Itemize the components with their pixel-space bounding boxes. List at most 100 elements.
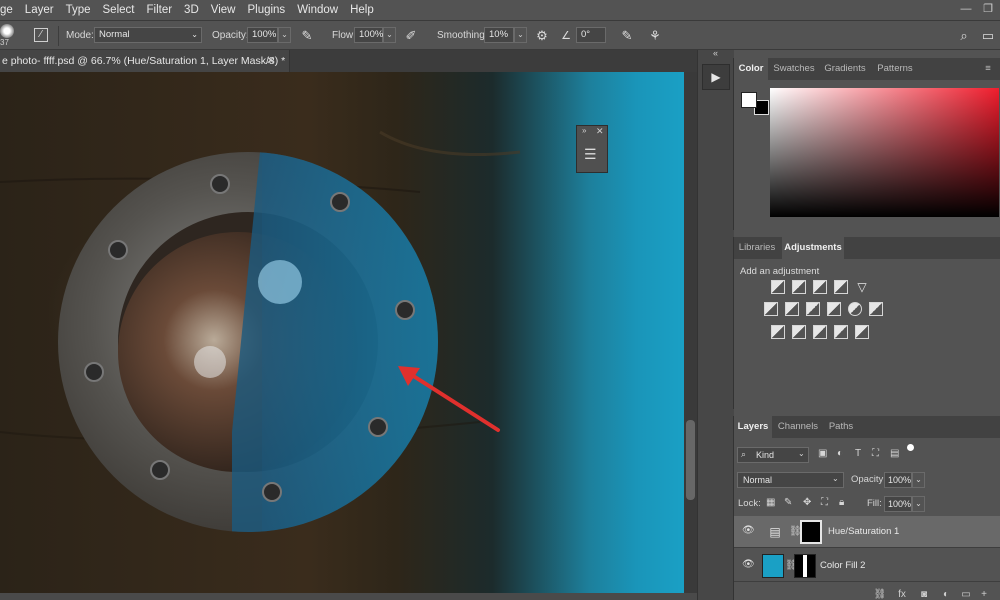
- filter-pixel-icon[interactable]: ▣: [818, 448, 827, 459]
- smoothing-field[interactable]: 10%: [484, 27, 514, 43]
- pressure-size-icon[interactable]: ✎: [618, 27, 636, 45]
- flow-dropdown[interactable]: ⌄: [383, 27, 396, 43]
- layer-opacity-dropdown[interactable]: ⌄: [912, 472, 925, 488]
- layer-mask-thumbnail[interactable]: [800, 520, 822, 544]
- color-fill-thumbnail[interactable]: [762, 554, 784, 578]
- curves-icon[interactable]: [813, 280, 827, 294]
- invert-icon[interactable]: [771, 325, 785, 339]
- menu-type[interactable]: Type: [60, 0, 97, 20]
- layer-opacity-field[interactable]: 100%: [884, 472, 912, 488]
- symmetry-icon[interactable]: ⚘: [646, 27, 664, 45]
- brightness-contrast-icon[interactable]: [771, 280, 785, 294]
- foreground-color-swatch[interactable]: [741, 92, 757, 108]
- color-lookup-icon[interactable]: [869, 302, 883, 316]
- hue-saturation-icon[interactable]: [764, 302, 778, 316]
- airbrush-icon[interactable]: ✐: [402, 27, 420, 45]
- layer-row-color-fill[interactable]: 👁︎ ⛓ Color Fill 2: [734, 550, 1000, 582]
- add-mask-icon[interactable]: ◙: [917, 589, 931, 600]
- menu-filter[interactable]: Filter: [140, 0, 178, 20]
- brush-settings-icon[interactable]: ⁄: [34, 28, 48, 42]
- new-group-icon[interactable]: ▭: [959, 589, 973, 600]
- filter-smartobject-icon[interactable]: ▤: [890, 448, 899, 459]
- posterize-icon[interactable]: [792, 325, 806, 339]
- opacity-field[interactable]: 100%: [247, 27, 278, 43]
- menu-select[interactable]: Select: [97, 0, 141, 20]
- levels-icon[interactable]: [792, 280, 806, 294]
- lock-artboard-icon[interactable]: ⛶: [821, 497, 828, 508]
- tab-layers[interactable]: Layers: [734, 416, 772, 438]
- tab-gradients[interactable]: Gradients: [820, 58, 870, 80]
- color-balance-icon[interactable]: [785, 302, 799, 316]
- tab-swatches[interactable]: Swatches: [770, 58, 818, 80]
- close-icon[interactable]: ✕: [266, 54, 275, 67]
- link-layers-icon[interactable]: ⛓: [873, 589, 887, 600]
- opacity-dropdown[interactable]: ⌄: [278, 27, 291, 43]
- filter-shape-icon[interactable]: ⛶: [872, 448, 879, 459]
- blend-mode-select[interactable]: Normal ⌄: [737, 472, 844, 488]
- filter-adjustment-icon[interactable]: ◐: [837, 448, 843, 459]
- new-layer-icon[interactable]: +: [977, 589, 991, 600]
- pressure-opacity-icon[interactable]: ✎: [298, 27, 316, 45]
- image-canvas[interactable]: » ✕ ☰: [0, 72, 684, 593]
- play-icon[interactable]: ▶: [702, 64, 730, 90]
- filter-toggle-icon[interactable]: [907, 444, 914, 451]
- tab-libraries[interactable]: Libraries: [734, 237, 780, 259]
- menu-window[interactable]: Window: [291, 0, 344, 20]
- color-picker-field[interactable]: [770, 88, 999, 217]
- properties-mini-panel[interactable]: » ✕ ☰: [576, 125, 608, 173]
- fx-icon[interactable]: fx: [895, 589, 909, 600]
- channel-mixer-icon[interactable]: [848, 302, 862, 316]
- fill-field[interactable]: 100%: [884, 496, 912, 512]
- brush-preset-icon[interactable]: [0, 24, 14, 38]
- lock-all-icon[interactable]: 🔒︎: [839, 497, 844, 508]
- lock-transparent-icon[interactable]: ▦: [766, 497, 775, 508]
- expand-panels-icon[interactable]: «: [713, 48, 718, 58]
- panel-menu-icon[interactable]: ≡: [978, 58, 998, 80]
- lock-position-icon[interactable]: ✥: [803, 497, 811, 508]
- close-icon[interactable]: ✕: [596, 126, 604, 137]
- menu-layer[interactable]: Layer: [19, 0, 60, 20]
- flow-field[interactable]: 100%: [354, 27, 383, 43]
- gear-icon[interactable]: ⚙: [533, 27, 551, 45]
- menu-3d[interactable]: 3D: [178, 0, 205, 20]
- black-white-icon[interactable]: [806, 302, 820, 316]
- vibrance-icon[interactable]: ▽: [855, 280, 869, 294]
- menu-help[interactable]: Help: [344, 0, 380, 20]
- menu-image[interactable]: ge: [0, 0, 19, 20]
- tab-color[interactable]: Color: [734, 58, 768, 80]
- fill-dropdown[interactable]: ⌄: [912, 496, 925, 512]
- threshold-icon[interactable]: [813, 325, 827, 339]
- restore-icon[interactable]: ❐: [980, 2, 996, 16]
- workspace-icon[interactable]: ▭: [979, 27, 997, 45]
- lock-image-icon[interactable]: ✎: [784, 497, 792, 508]
- layer-filter-select[interactable]: ⌕ Kind ⌄: [737, 447, 809, 463]
- tab-paths[interactable]: Paths: [824, 416, 858, 438]
- search-icon[interactable]: ⌕: [955, 27, 973, 45]
- layer-name[interactable]: Hue/Saturation 1: [828, 526, 899, 537]
- layer-name[interactable]: Color Fill 2: [820, 560, 865, 571]
- tab-channels[interactable]: Channels: [774, 416, 822, 438]
- scrollbar-thumb[interactable]: [686, 420, 695, 500]
- properties-icon[interactable]: ☰: [584, 146, 597, 163]
- vertical-scrollbar[interactable]: [684, 72, 697, 593]
- photo-filter-icon[interactable]: [827, 302, 841, 316]
- filter-type-icon[interactable]: T: [855, 448, 861, 459]
- minimize-icon[interactable]: —: [958, 2, 974, 16]
- exposure-icon[interactable]: [834, 280, 848, 294]
- collapse-icon[interactable]: »: [582, 126, 586, 135]
- tab-patterns[interactable]: Patterns: [872, 58, 918, 80]
- new-adjustment-icon[interactable]: ◐: [939, 589, 953, 600]
- gradient-map-icon[interactable]: [834, 325, 848, 339]
- mode-select[interactable]: Normal ⌄: [94, 27, 202, 43]
- menu-view[interactable]: View: [205, 0, 242, 20]
- document-tab[interactable]: e photo- ffff.psd @ 66.7% (Hue/Saturatio…: [0, 50, 290, 72]
- selective-color-icon[interactable]: [855, 325, 869, 339]
- menu-plugins[interactable]: Plugins: [241, 0, 291, 20]
- visibility-eye-icon[interactable]: 👁︎: [742, 560, 756, 570]
- smoothing-dropdown[interactable]: ⌄: [514, 27, 527, 43]
- layer-mask-thumbnail[interactable]: [794, 554, 816, 578]
- layer-row-hue-saturation[interactable]: 👁︎ ▤ ⛓ Hue/Saturation 1: [734, 516, 1000, 548]
- tab-adjustments[interactable]: Adjustments: [782, 237, 844, 259]
- angle-field[interactable]: 0°: [576, 27, 606, 43]
- visibility-eye-icon[interactable]: 👁︎: [742, 526, 756, 536]
